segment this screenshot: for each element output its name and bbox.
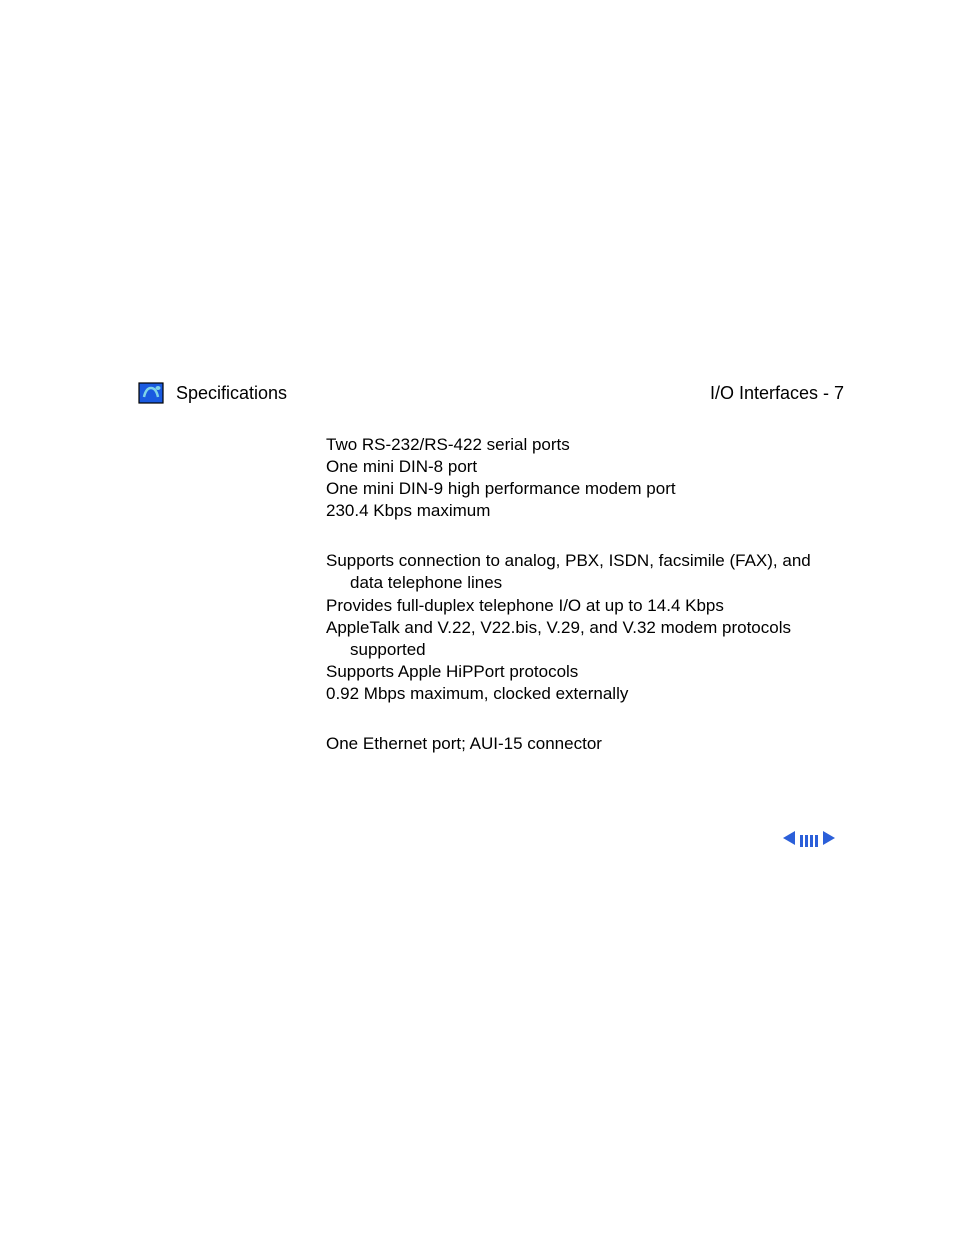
spec-block-serial: Two RS-232/RS-422 serial ports One mini …: [326, 434, 844, 522]
spec-line: AppleTalk and V.22, V22.bis, V.29, and V…: [326, 617, 844, 661]
spec-line: Supports Apple HiPPort protocols: [326, 661, 844, 683]
page-nav: [782, 830, 836, 851]
next-page-button[interactable]: [822, 830, 836, 851]
spec-line: One Ethernet port; AUI-15 connector: [326, 733, 844, 755]
document-icon: [138, 382, 166, 404]
spec-block-ethernet: One Ethernet port; AUI-15 connector: [326, 733, 844, 755]
page-header: Specifications I/O Interfaces - 7: [138, 382, 844, 404]
spec-line: 230.4 Kbps maximum: [326, 500, 844, 522]
section-title: Specifications: [176, 383, 287, 404]
nav-index-icon[interactable]: [798, 835, 820, 847]
spec-line: Supports connection to analog, PBX, ISDN…: [326, 550, 844, 594]
prev-page-button[interactable]: [782, 830, 796, 851]
spec-line: One mini DIN-8 port: [326, 456, 844, 478]
body-content: Two RS-232/RS-422 serial ports One mini …: [326, 434, 844, 755]
spec-line: Two RS-232/RS-422 serial ports: [326, 434, 844, 456]
spec-line: 0.92 Mbps maximum, clocked externally: [326, 683, 844, 705]
spec-block-modem: Supports connection to analog, PBX, ISDN…: [326, 550, 844, 705]
page-location: I/O Interfaces - 7: [710, 383, 844, 404]
spec-line: One mini DIN-9 high performance modem po…: [326, 478, 844, 500]
spec-line: Provides full-duplex telephone I/O at up…: [326, 595, 844, 617]
